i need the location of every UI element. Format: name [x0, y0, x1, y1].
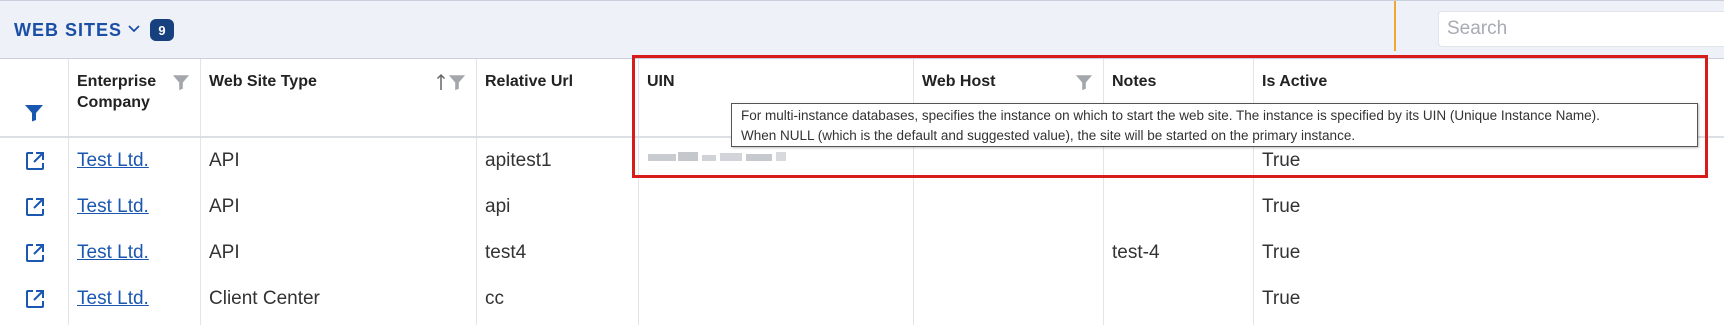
cell-enterprise-company: Test Ltd.: [68, 184, 200, 230]
web-sites-grid: Enterprise Company Web Site Type Relativ…: [0, 59, 1724, 325]
cell-is-active: True: [1262, 242, 1301, 263]
cell-web-site-type: API: [209, 242, 240, 263]
cell-relative-url: cc: [485, 288, 504, 309]
uin-column-tooltip: For multi-instance databases, specifies …: [731, 103, 1698, 147]
filter-icon[interactable]: [172, 74, 190, 97]
blurred-uin-value: [648, 152, 786, 161]
tooltip-line: For multi-instance databases, specifies …: [741, 108, 1600, 123]
column-header-relative-url[interactable]: Relative Url: [476, 59, 638, 136]
column-header-label: Web Site Type: [209, 73, 317, 90]
cell-uin: [638, 230, 913, 276]
web-sites-title-dropdown[interactable]: WEB SITES 9: [14, 18, 175, 42]
column-header-enterprise-company[interactable]: Enterprise Company: [68, 59, 200, 136]
open-external-icon[interactable]: [24, 196, 46, 223]
cell-is-active: True: [1262, 196, 1301, 217]
cell-relative-url: api: [485, 196, 511, 217]
table-row[interactable]: Test Ltd. API test4 test-4 True: [0, 230, 1724, 276]
column-header-label: Web Host: [922, 73, 996, 90]
search-input[interactable]: [1438, 11, 1724, 47]
open-external-icon[interactable]: [24, 242, 46, 269]
filter-icon[interactable]: [24, 104, 44, 128]
cell-web-site-type: API: [209, 196, 240, 217]
column-header-actions: [0, 59, 68, 136]
column-header-label: UIN: [647, 73, 675, 90]
open-external-icon[interactable]: [24, 288, 46, 315]
cell-web-host: [913, 276, 1103, 322]
cell-relative-url: apitest1: [485, 150, 552, 171]
table-row[interactable]: Test Ltd. API api True: [0, 184, 1724, 230]
cell-enterprise-company: Test Ltd.: [68, 230, 200, 276]
cell-uin: [638, 276, 913, 322]
company-link[interactable]: Test Ltd.: [77, 242, 149, 263]
cell-enterprise-company: Test Ltd.: [68, 276, 200, 322]
company-link[interactable]: Test Ltd.: [77, 288, 149, 309]
filter-icon[interactable]: [1075, 74, 1093, 97]
cell-notes: [1103, 276, 1253, 322]
company-link[interactable]: Test Ltd.: [77, 150, 149, 171]
chevron-down-icon: [128, 20, 140, 38]
filter-icon[interactable]: [448, 74, 466, 97]
cell-web-site-type: Client Center: [209, 288, 320, 309]
column-header-web-site-type[interactable]: Web Site Type: [200, 59, 476, 136]
count-badge: 9: [150, 19, 175, 41]
cell-enterprise-company: Test Ltd.: [68, 138, 200, 184]
company-link[interactable]: Test Ltd.: [77, 196, 149, 217]
cell-uin: [638, 184, 913, 230]
table-row[interactable]: Test Ltd. Client Center cc True: [0, 276, 1724, 322]
column-header-label: Notes: [1112, 73, 1157, 90]
open-external-icon[interactable]: [24, 150, 46, 177]
cell-relative-url: test4: [485, 242, 527, 263]
cell-web-host: [913, 230, 1103, 276]
grid-header-bar: WEB SITES 9: [0, 0, 1724, 59]
cell-notes: test-4: [1112, 242, 1160, 263]
page-title: WEB SITES: [14, 19, 123, 40]
cell-notes: [1103, 184, 1253, 230]
divider: [1394, 1, 1396, 51]
cell-is-active: True: [1262, 288, 1301, 309]
cell-web-site-type: API: [209, 150, 240, 171]
column-header-label: Relative Url: [485, 73, 574, 90]
column-header-label: Is Active: [1262, 73, 1328, 90]
sort-ascending-icon[interactable]: [436, 73, 446, 97]
cell-web-host: [913, 184, 1103, 230]
tooltip-line: When NULL (which is the default and sugg…: [741, 128, 1356, 143]
